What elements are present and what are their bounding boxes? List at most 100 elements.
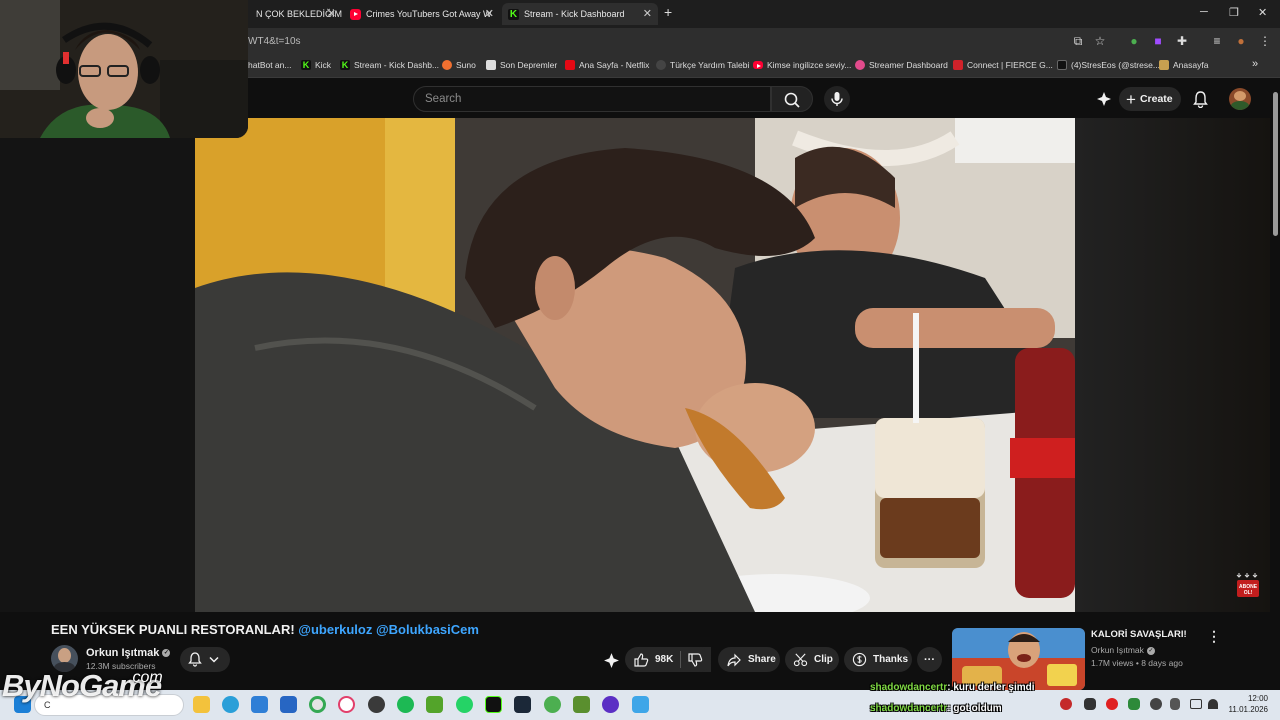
share-button[interactable]: Share <box>718 647 780 672</box>
extension-shield-icon[interactable]: ● <box>1126 34 1142 48</box>
search-input[interactable] <box>414 87 770 111</box>
more-actions-button[interactable]: ··· <box>917 647 942 672</box>
new-tab-button[interactable]: + <box>664 4 672 20</box>
outlook-icon[interactable] <box>280 696 297 713</box>
opera-icon[interactable] <box>338 696 355 713</box>
thanks-button[interactable]: Thanks <box>844 647 912 672</box>
bookmark-9[interactable]: Streamer Dashboard <box>855 60 948 70</box>
app-purple-icon[interactable] <box>602 696 619 713</box>
bookmark-3[interactable]: K Stream - Kick Dashb... <box>340 60 439 70</box>
dashboard-icon <box>855 60 865 70</box>
speaker-tray-icon[interactable] <box>1208 699 1218 709</box>
bookmark-2[interactable]: K Kick <box>301 60 331 70</box>
fierce-icon <box>953 60 963 70</box>
subscription-bell-button[interactable] <box>180 647 230 672</box>
microsoft-store-icon[interactable] <box>251 696 268 713</box>
bookmark-5[interactable]: Son Depremler <box>486 60 557 70</box>
whatsapp-icon[interactable] <box>456 696 473 713</box>
bookmark-label: Connect | FIERCE G... <box>967 60 1053 70</box>
bookmark-8[interactable]: Kimse ingilizce seviy... <box>753 60 851 70</box>
tray-icon-3[interactable] <box>1106 698 1118 710</box>
bookmark-11[interactable]: (4)StresEos (@strese... <box>1057 60 1160 70</box>
like-count: 98K <box>655 654 674 665</box>
minecraft-icon[interactable] <box>573 696 590 713</box>
recommended-thumbnail[interactable] <box>952 628 1085 690</box>
premium-sparkle-icon[interactable] <box>1096 91 1112 107</box>
bookmark-7[interactable]: Türkçe Yardım Talebi <box>656 60 749 70</box>
video-player[interactable] <box>195 118 1075 612</box>
dislike-button[interactable] <box>681 647 711 672</box>
recommended-menu-icon[interactable]: ⋮ <box>1207 628 1221 645</box>
extensions-puzzle-icon[interactable]: ✚ <box>1174 34 1190 48</box>
video-title-mentions[interactable]: @uberkuloz @BolukbasiCem <box>298 622 479 637</box>
bookmark-6[interactable]: Ana Sayfa - Netflix <box>565 60 649 70</box>
edge-browser-icon[interactable] <box>222 696 239 713</box>
support-icon <box>656 60 666 70</box>
video-frame <box>195 118 1075 612</box>
account-avatar[interactable] <box>1229 88 1251 110</box>
tab-3-label: Stream - Kick Dashboard <box>524 9 625 19</box>
taskbar-clock[interactable]: 12:00 11.01.2026 <box>1222 693 1268 715</box>
recommended-channel[interactable]: Orkun Işıtmak ✓ <box>1091 645 1155 655</box>
microphone-tray-icon[interactable] <box>1170 698 1180 710</box>
install-app-icon[interactable]: ⧉ <box>1070 34 1086 49</box>
create-button[interactable]: + Create <box>1119 87 1181 111</box>
nvidia-icon[interactable] <box>426 696 443 713</box>
url-text[interactable]: WT4&t=10s <box>248 36 301 47</box>
razer-icon[interactable] <box>544 696 561 713</box>
subscribe-badge-overlay[interactable]: ABONE OL! <box>1234 572 1262 598</box>
notifications-bell-icon[interactable] <box>1192 90 1209 108</box>
kick-icon: K <box>340 60 350 70</box>
kick-app-icon[interactable] <box>485 696 502 713</box>
tray-icon-4[interactable] <box>1128 698 1140 710</box>
restore-icon[interactable]: ❐ <box>1229 6 1239 19</box>
bookmarks-more-button[interactable]: » <box>1252 58 1258 70</box>
bookmark-12[interactable]: Anasayfa <box>1159 60 1208 70</box>
tray-icon-2[interactable] <box>1084 698 1096 710</box>
kebab-menu-icon[interactable]: ⋮ <box>1257 34 1273 48</box>
verified-check-icon: ✓ <box>162 649 171 658</box>
recommended-title[interactable]: KALORİ SAVAŞLARI! <box>1091 629 1187 640</box>
bookmark-10[interactable]: Connect | FIERCE G... <box>953 60 1053 70</box>
close-icon[interactable]: ✕ <box>327 7 336 20</box>
star-icon[interactable]: ☆ <box>1092 34 1108 48</box>
voice-search-button[interactable] <box>824 86 850 112</box>
channel-name[interactable]: Orkun Işıtmak ✓ <box>86 647 171 659</box>
bookmark-4[interactable]: Suno <box>442 60 476 70</box>
profile-avatar-icon[interactable]: ● <box>1233 34 1249 48</box>
tray-icon-1[interactable] <box>1060 698 1072 710</box>
clock-time: 12:00 <box>1247 694 1268 703</box>
spotify-icon[interactable] <box>397 696 414 713</box>
home-icon <box>1159 60 1169 70</box>
close-icon[interactable]: ✕ <box>485 7 494 20</box>
extension-purple-icon[interactable]: ■ <box>1150 34 1166 48</box>
subscribe-badge-text: ABONE OL! <box>1239 584 1258 596</box>
search-box <box>413 86 771 112</box>
tab-2[interactable]: Crimes YouTubers Got Away W ✕ <box>344 3 500 25</box>
bookmark-label: Suno <box>456 60 476 70</box>
display-tray-icon[interactable] <box>1190 699 1202 709</box>
steam-icon[interactable] <box>514 696 531 713</box>
clip-button[interactable]: Clip <box>785 647 839 672</box>
chrome-icon[interactable] <box>309 696 326 713</box>
tray-icon-5[interactable] <box>1150 698 1162 710</box>
kick-icon: K <box>301 60 311 70</box>
close-icon[interactable]: ✕ <box>643 7 652 20</box>
tab-2-label: Crimes YouTubers Got Away W <box>366 9 492 19</box>
page-scrollbar-thumb[interactable] <box>1273 92 1278 236</box>
thumbs-down-icon <box>688 652 703 667</box>
bookmark-1[interactable]: hatBot an... <box>248 60 291 70</box>
chat-text: : kuru derler şimdi <box>947 682 1035 693</box>
window-close-icon[interactable]: ✕ <box>1258 6 1267 19</box>
obs-studio-icon[interactable] <box>368 696 385 713</box>
ask-ai-sparkle-icon[interactable] <box>603 652 620 669</box>
media-controls-icon[interactable]: ≡ <box>1209 34 1225 48</box>
file-explorer-icon[interactable] <box>193 696 210 713</box>
minimize-icon[interactable]: ─ <box>1200 6 1208 18</box>
tab-3[interactable]: K Stream - Kick Dashboard ✕ <box>502 3 658 25</box>
search-button[interactable] <box>771 86 813 112</box>
app-f-icon[interactable] <box>632 696 649 713</box>
video-title-text: EEN YÜKSEK PUANLI RESTORANLAR! <box>51 622 299 637</box>
bookmark-label: Stream - Kick Dashb... <box>354 60 440 70</box>
tab-1[interactable]: N ÇOK BEKLEDİĞİM ✕ <box>250 3 342 25</box>
